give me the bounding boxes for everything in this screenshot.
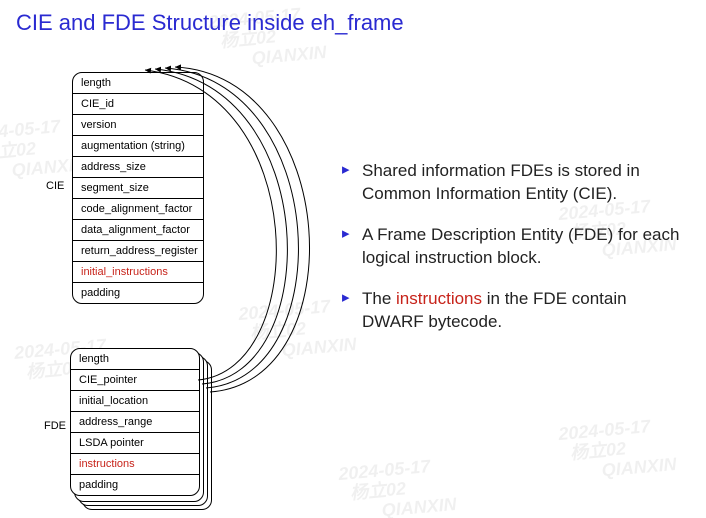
cie-label: CIE	[46, 180, 64, 192]
bullet-item: A Frame Description Entity (FDE) for eac…	[340, 224, 690, 270]
cie-field: initial_instructions	[73, 262, 203, 283]
cie-field: code_alignment_factor	[73, 199, 203, 220]
cie-field: return_address_register	[73, 241, 203, 262]
fde-field: length	[71, 349, 199, 370]
fde-field: instructions	[71, 454, 199, 475]
bullet-item: Shared information FDEs is stored in Com…	[340, 160, 690, 206]
fde-field: CIE_pointer	[71, 370, 199, 391]
fde-field: address_range	[71, 412, 199, 433]
page-title: CIE and FDE Structure inside eh_frame	[16, 10, 404, 36]
watermark: 2024-05-17 杨立02 QIANXIN	[338, 455, 458, 518]
bullet-item: The instructions in the FDE contain DWAR…	[340, 288, 690, 334]
cie-field: address_size	[73, 157, 203, 178]
cie-field: CIE_id	[73, 94, 203, 115]
bullet-list: Shared information FDEs is stored in Com…	[340, 160, 690, 352]
fde-label: FDE	[44, 420, 66, 432]
fde-field: padding	[71, 475, 199, 495]
cie-field: data_alignment_factor	[73, 220, 203, 241]
fde-struct: lengthCIE_pointerinitial_locationaddress…	[70, 348, 200, 496]
fde-field: initial_location	[71, 391, 199, 412]
structure-diagram: CIE lengthCIE_idversionaugmentation (str…	[0, 50, 340, 510]
cie-field: length	[73, 73, 203, 94]
fde-field: LSDA pointer	[71, 433, 199, 454]
cie-struct: lengthCIE_idversionaugmentation (string)…	[72, 72, 204, 304]
cie-field: augmentation (string)	[73, 136, 203, 157]
cie-field: padding	[73, 283, 203, 303]
watermark: 2024-05-17 杨立02 QIANXIN	[558, 415, 678, 484]
cie-field: segment_size	[73, 178, 203, 199]
cie-field: version	[73, 115, 203, 136]
highlight-text: instructions	[396, 289, 482, 308]
